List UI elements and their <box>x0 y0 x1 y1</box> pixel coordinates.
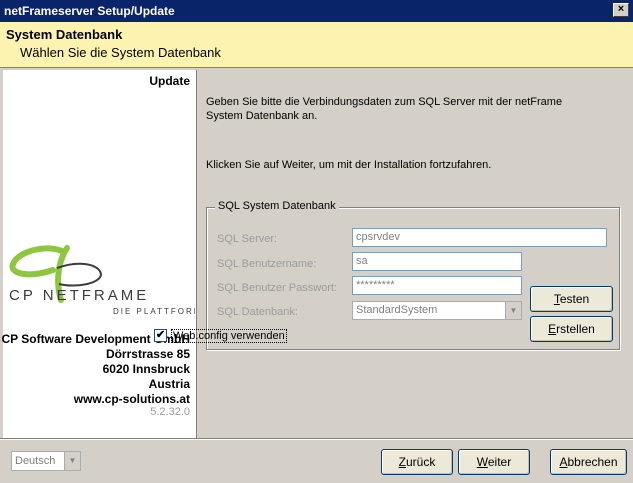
language-value: Deutsch <box>15 455 56 467</box>
next-button-accel: W <box>476 455 488 469</box>
create-button-label: rstellen <box>556 322 595 336</box>
sql-password-label: SQL Benutzer Passwort: <box>217 282 338 294</box>
logo-brand-text: CP NETFRAME <box>9 287 149 304</box>
mode-label: Update <box>149 74 190 88</box>
footer-bar <box>0 438 633 483</box>
sql-database-value: StandardSystem <box>356 304 438 316</box>
back-button-accel: Z <box>398 455 406 469</box>
close-button[interactable]: × <box>613 3 629 17</box>
webconfig-label[interactable]: Web.config verwenden <box>171 329 287 343</box>
language-select[interactable]: Deutsch ▼ <box>11 451 81 471</box>
sql-groupbox-legend: SQL System Datenbank <box>215 200 339 212</box>
back-button-label: urück <box>406 455 436 469</box>
window-title: netFrameserver Setup/Update <box>4 4 175 18</box>
back-button[interactable]: Zurück <box>381 449 453 475</box>
company-street: Dörrstrasse 85 <box>105 347 190 361</box>
chevron-down-icon[interactable]: ▼ <box>64 452 80 470</box>
sql-database-label: SQL Datenbank: <box>217 306 298 318</box>
sql-server-label: SQL Server: <box>217 233 278 245</box>
checkmark-icon[interactable]: ✔ <box>154 329 167 342</box>
cancel-button[interactable]: Abbrechen <box>550 449 627 475</box>
sql-user-label: SQL Benutzername: <box>217 258 317 270</box>
company-city: 6020 Innsbruck <box>102 362 190 376</box>
next-button-label: eiter <box>487 455 512 469</box>
create-button-accel: E <box>548 322 557 336</box>
test-button-label: esten <box>559 292 590 306</box>
company-country: Austria <box>148 377 190 391</box>
netframe-logo: CP NETFRAME DIE PLATTFORM <box>9 245 195 316</box>
sql-server-input[interactable]: cpsrvdev <box>352 228 607 247</box>
sql-database-select[interactable]: StandardSystem ▼ <box>352 301 522 320</box>
sql-user-input[interactable]: sa <box>352 252 522 271</box>
next-button[interactable]: Weiter <box>458 449 530 475</box>
company-web: www.cp-solutions.at <box>73 392 190 406</box>
intro-text: Geben Sie bitte die Verbindungsdaten zum… <box>206 96 563 122</box>
company-info: CP Software Development GmbH Dörrstrasse… <box>2 332 190 407</box>
sql-password-input[interactable]: ********* <box>352 276 522 295</box>
chevron-down-icon[interactable]: ▼ <box>505 302 521 319</box>
continue-text: Klicken Sie auf Weiter, um mit der Insta… <box>206 159 492 171</box>
page-subtitle: Wählen Sie die System Datenbank <box>20 45 221 60</box>
test-button[interactable]: Testen <box>530 286 613 312</box>
cancel-button-label: bbrechen <box>567 455 618 469</box>
wizard-header: System Datenbank Wählen Sie die System D… <box>0 22 633 68</box>
page-title: System Datenbank <box>6 27 123 42</box>
side-panel: Update CP NETFRAME DIE PLATTFORM CP Soft… <box>2 70 197 438</box>
logo-tagline-text: DIE PLATTFORM <box>113 307 195 316</box>
title-bar: netFrameserver Setup/Update × <box>0 0 633 22</box>
create-button[interactable]: Erstellen <box>530 316 613 342</box>
version-label: 5.2.32.0 <box>150 406 190 418</box>
